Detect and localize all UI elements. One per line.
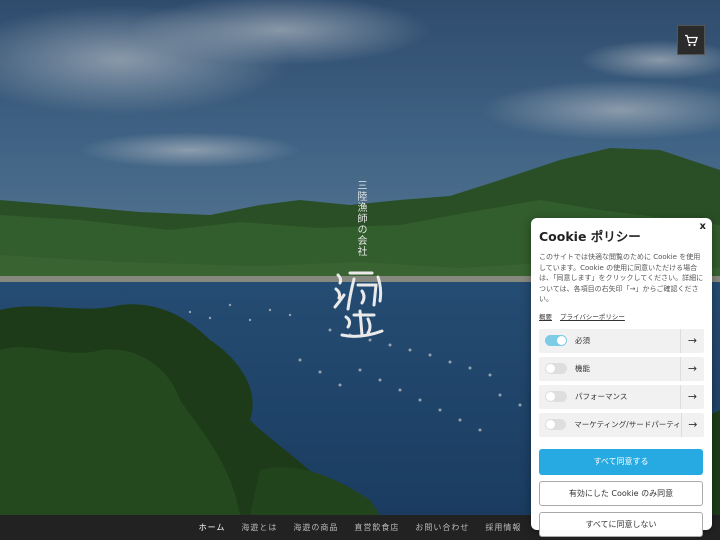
performance-toggle[interactable]	[545, 391, 567, 402]
nav-item-contact[interactable]: お問い合わせ	[407, 522, 477, 533]
nav-item-about[interactable]: 海遊とは	[233, 522, 285, 533]
cookie-category-list: 必須 → 機能 → パフォーマンス → マーケティング/サードパーティ →	[539, 328, 704, 437]
cookie-policy-dialog: Cookie ポリシー x このサイトでは快適な閲覧のために Cookie を使…	[531, 218, 712, 537]
accept-all-button[interactable]: すべて同意する	[539, 448, 703, 475]
nav-item-restaurants[interactable]: 直営飲食店	[346, 522, 407, 533]
reject-all-button[interactable]: すべてに同意しない	[539, 511, 703, 537]
required-toggle[interactable]	[545, 335, 567, 346]
accept-selected-button[interactable]: 有効にした Cookie のみ同意	[539, 480, 703, 506]
arrow-right-icon[interactable]: →	[680, 412, 704, 437]
logo-calligraphy	[333, 271, 384, 338]
cookie-category-marketing: マーケティング/サードパーティ →	[539, 412, 704, 437]
cart-button[interactable]	[677, 25, 705, 55]
nav-item-home[interactable]: ホーム	[191, 522, 234, 533]
logo-subtitle: 三陸漁師の会社	[355, 180, 366, 257]
nav-item-recruit[interactable]: 採用情報	[477, 522, 529, 533]
marketing-toggle[interactable]	[545, 419, 567, 430]
logo[interactable]	[332, 265, 388, 341]
arrow-right-icon[interactable]: →	[680, 384, 704, 409]
close-icon[interactable]: x	[700, 221, 706, 232]
arrow-right-icon[interactable]: →	[680, 356, 704, 381]
cookie-category-performance: パフォーマンス →	[539, 384, 704, 409]
category-label: 必須	[575, 336, 590, 345]
functional-toggle[interactable]	[545, 363, 567, 374]
category-label: パフォーマンス	[575, 392, 628, 401]
privacy-policy-link[interactable]: プライバシーポリシー	[560, 311, 625, 321]
cart-icon	[685, 34, 698, 46]
cookie-title: Cookie ポリシー	[539, 229, 641, 244]
cookie-links: 概要 プライバシーポリシー	[539, 311, 704, 321]
arrow-right-icon[interactable]: →	[680, 328, 704, 353]
nav-item-products[interactable]: 海遊の商品	[285, 522, 346, 533]
category-label: マーケティング/サードパーティ	[574, 420, 681, 429]
overview-link[interactable]: 概要	[539, 311, 552, 321]
cookie-category-required: 必須 →	[539, 328, 704, 353]
cookie-category-functional: 機能 →	[539, 356, 704, 381]
cookie-description: このサイトでは快適な閲覧のために Cookie を使用しています。Cookie …	[539, 253, 704, 303]
category-label: 機能	[575, 364, 590, 373]
